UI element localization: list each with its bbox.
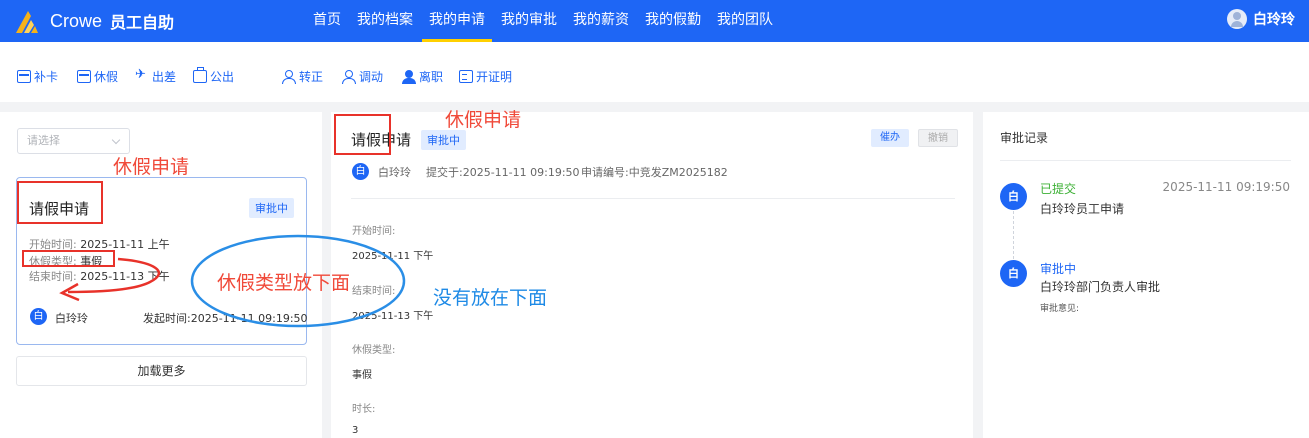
nav-my-salary[interactable]: 我的薪资 <box>566 0 636 42</box>
leave-type-value: 事假 <box>352 370 372 381</box>
end-value: 2025-11-13 下午 <box>80 270 170 283</box>
leave-type-label: 休假类型: <box>352 345 396 356</box>
record-text: 白玲玲员工申请 <box>1040 202 1125 216</box>
brand-name: Crowe <box>50 10 103 31</box>
records-title: 审批记录 <box>1000 131 1049 145</box>
annotation-middle: 休假类型放下面 <box>217 272 351 294</box>
status-badge: 审批中 <box>249 198 294 218</box>
filter-select[interactable]: 请选择 <box>17 128 130 154</box>
nav-my-applications[interactable]: 我的申请 <box>422 0 492 42</box>
action-label: 公出 <box>210 70 235 84</box>
action-business-trip[interactable]: 出差 <box>135 67 177 85</box>
chevron-down-icon <box>111 135 121 145</box>
action-certificate[interactable]: 开证明 <box>459 68 512 85</box>
duration-label: 时长: <box>352 404 376 415</box>
end-time-value: 2025-11-13 下午 <box>352 311 434 322</box>
card-submitted-time: 发起时间:2025-11-11 09:19:50 <box>143 312 308 325</box>
briefcase-icon <box>193 67 207 83</box>
app-subtitle: 员工自助 <box>110 13 175 32</box>
calendar-icon <box>77 70 91 83</box>
logo[interactable]: Crowe 员工自助 <box>14 7 174 35</box>
action-transfer[interactable]: 调动 <box>342 68 383 85</box>
crowe-logo-icon <box>16 11 38 33</box>
annotation-box-detail-title <box>334 114 391 155</box>
avatar: 白 <box>352 163 369 180</box>
user-menu[interactable]: 白玲玲 <box>1227 9 1295 29</box>
start-time-label: 开始时间: <box>352 226 396 237</box>
user-name: 白玲玲 <box>1253 12 1295 28</box>
action-regularization[interactable]: 转正 <box>282 68 323 85</box>
record-text: 白玲玲部门负责人审批 <box>1040 280 1161 294</box>
detail-submitted-time: 提交于:2025-11-11 09:19:50 <box>426 166 580 179</box>
action-label: 开证明 <box>476 70 513 84</box>
annotation-blue: 没有放在下面 <box>433 287 548 309</box>
action-resign[interactable]: 离职 <box>402 68 443 85</box>
nav-my-team[interactable]: 我的团队 <box>710 0 780 42</box>
application-detail-panel: 请假申请 审批中 催办 撤销 白 白玲玲 提交于:2025-11-11 09:1… <box>331 112 973 438</box>
person-icon <box>282 70 296 84</box>
record-status: 审批中 <box>1040 262 1077 276</box>
load-more-button[interactable]: 加载更多 <box>16 356 307 386</box>
action-label: 离职 <box>419 70 444 84</box>
divider <box>1000 160 1291 161</box>
action-label: 休假 <box>94 70 119 84</box>
annotation-left: 休假申请 <box>113 156 190 178</box>
card-user: 白玲玲 <box>55 312 88 325</box>
record-time: 2025-11-11 09:19:50 <box>1162 180 1290 194</box>
urge-button[interactable]: 催办 <box>871 129 909 147</box>
timeline-connector <box>1013 211 1014 259</box>
end-time-label: 结束时间: <box>352 286 396 297</box>
filter-select-placeholder: 请选择 <box>27 134 60 147</box>
avatar: 白 <box>1000 260 1027 287</box>
duration-value: 3 <box>352 425 359 436</box>
action-label: 补卡 <box>34 70 59 84</box>
action-leave[interactable]: 休假 <box>77 68 118 85</box>
divider <box>351 198 955 199</box>
nav-my-approvals[interactable]: 我的审批 <box>494 0 564 42</box>
nav-home[interactable]: 首页 <box>306 0 348 42</box>
main-nav: 首页 我的档案 我的申请 我的审批 我的薪资 我的假勤 我的团队 <box>306 0 782 42</box>
record-status: 已提交 <box>1040 182 1077 196</box>
revoke-button[interactable]: 撤销 <box>918 129 958 147</box>
action-label: 出差 <box>152 70 177 84</box>
start-time-value: 2025-11-11 下午 <box>352 251 434 262</box>
annotation-top: 休假申请 <box>445 109 522 131</box>
action-label: 调动 <box>359 70 384 84</box>
quick-actions-toolbar: 补卡 休假 出差 公出 转正 调动 离职 开证明 <box>0 42 1309 102</box>
nav-my-profile[interactable]: 我的档案 <box>350 0 420 42</box>
plane-icon <box>135 67 149 83</box>
action-public-out[interactable]: 公出 <box>193 67 235 85</box>
action-label: 转正 <box>299 70 324 84</box>
annotation-box-leave-type <box>22 250 115 267</box>
person-icon <box>342 70 356 84</box>
nav-my-attendance[interactable]: 我的假勤 <box>638 0 708 42</box>
user-avatar-icon <box>1227 9 1247 29</box>
top-nav-bar: Crowe 员工自助 首页 我的档案 我的申请 我的审批 我的薪资 我的假勤 我… <box>0 0 1309 42</box>
annotation-box-card-title <box>17 181 103 224</box>
document-icon <box>459 70 473 83</box>
record-note: 审批意见: <box>1040 304 1080 314</box>
detail-user: 白玲玲 <box>378 166 411 179</box>
avatar: 白 <box>1000 183 1027 210</box>
action-buka[interactable]: 补卡 <box>17 68 58 85</box>
approval-records-panel: 审批记录 白 已提交 2025-11-11 09:19:50 白玲玲员工申请 白… <box>983 112 1309 438</box>
person-solid-icon <box>402 70 416 84</box>
end-label: 结束时间: <box>29 270 77 283</box>
card-end-row: 结束时间: 2025-11-13 下午 <box>29 268 170 284</box>
status-badge: 审批中 <box>421 130 466 150</box>
calendar-check-icon <box>17 70 31 83</box>
detail-apply-number: 申请编号:中竞发ZM2025182 <box>581 166 728 179</box>
avatar: 白 <box>30 308 47 325</box>
